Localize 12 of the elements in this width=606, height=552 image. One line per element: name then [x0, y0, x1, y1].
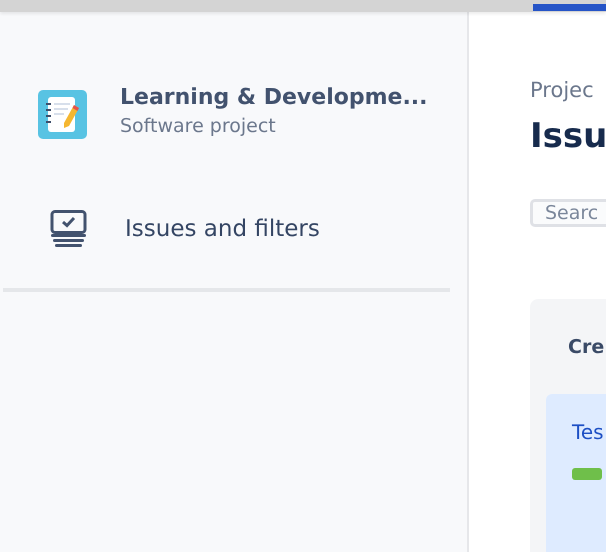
- search-field[interactable]: Searc: [530, 198, 606, 227]
- sidebar-item[interactable]: Issues and filters: [0, 210, 467, 247]
- issue-type-tag: [572, 468, 602, 480]
- notepad-pencil-icon: [38, 90, 87, 139]
- project-type: Software project: [120, 115, 277, 137]
- project-name: Learning & Developme...: [120, 85, 428, 110]
- column-title: Cre: [567, 334, 606, 358]
- breadcrumb[interactable]: Projec: [530, 78, 594, 102]
- issue-title: Tes: [572, 420, 605, 444]
- monitor-checkmark-icon: [50, 210, 87, 247]
- page-title: Issu: [530, 116, 606, 157]
- issue-card[interactable]: Tes: [546, 394, 606, 552]
